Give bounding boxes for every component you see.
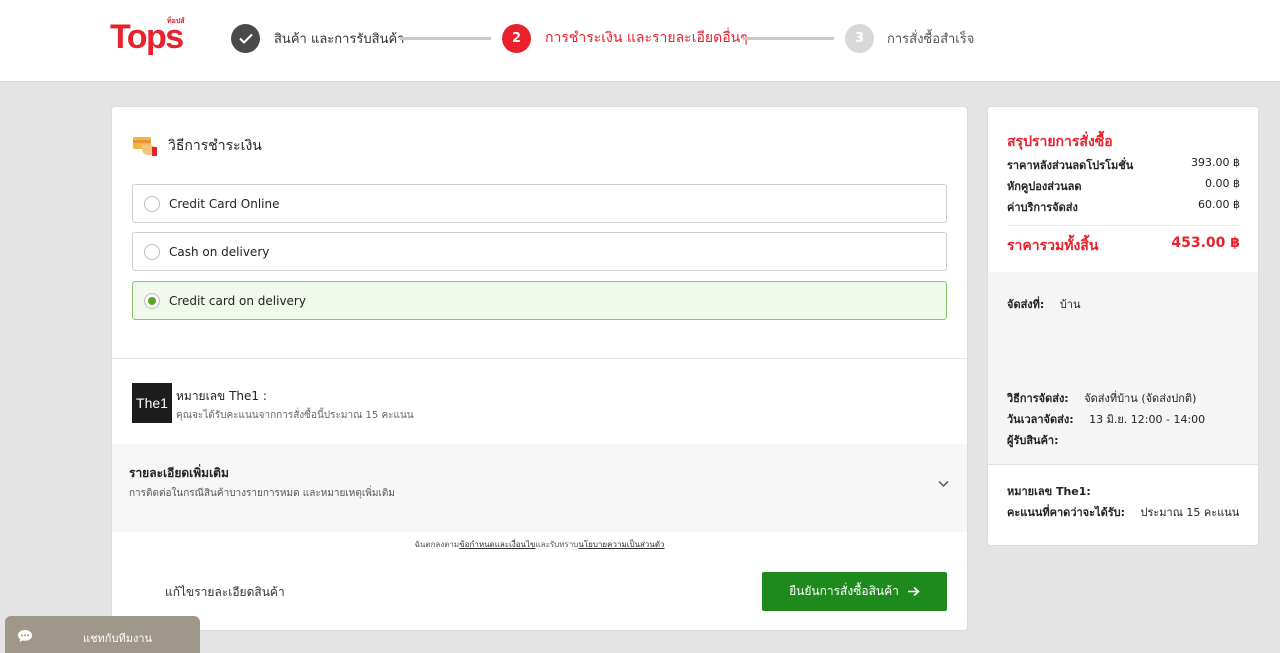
ship-to-label: จัดส่งที่: [1007,298,1045,311]
summary-row-value: 393.00 ฿ [1191,156,1240,169]
summary-row-label: หักคูปองส่วนลด [1007,180,1082,193]
header: Tops ท็อปส์ สินค้า และการรับสินค้า 2 การ… [0,0,1280,82]
confirm-order-button[interactable]: ยืนยันการสั่งซื้อสินค้า [762,572,947,611]
summary-row-value: 60.00 ฿ [1198,198,1240,211]
the1-points-description: คุณจะได้รับคะแนนจากการสั่งซื้อนี้ประมาณ … [176,410,414,421]
payment-option-cash-on-delivery[interactable]: Cash on delivery [132,232,947,271]
more-details-accordion[interactable]: รายละเอียดเพิ่มเติม การติดต่อในกรณีสินค้… [112,444,967,532]
terms-conditions-link[interactable]: ข้อกำหนดและเงื่อนไข [459,540,535,549]
step-2-label: การชำระเงิน และรายละเอียดอื่นๆ [545,30,748,46]
payment-option-label: Credit Card Online [169,196,280,211]
summary-separator [988,464,1258,465]
summary-row-shipping: ค่าบริการจัดส่ง 60.00 ฿ [1007,198,1240,216]
step-3-label: การสั่งซื้อสำเร็จ [887,32,975,47]
more-details-description: การติดต่อในกรณีสินค้าบางรายการหมด และหมา… [129,488,395,499]
step-1-done-icon [231,24,260,53]
radio-cash-on-delivery[interactable] [144,243,160,260]
step-1-label: สินค้า และการรับสินค้า [274,32,405,47]
payment-option-label: Credit card on delivery [169,293,306,308]
points-value: ประมาณ 15 คะแนน [1140,506,1240,519]
the1-title: หมายเลข The1 : [176,389,267,403]
the1-number-row: หมายเลข The1: [1007,482,1091,500]
chevron-down-icon[interactable] [938,478,949,489]
delivery-time-value: 13 มิ.ย. 12:00 - 14:00 [1089,413,1206,426]
chat-label: แชทกับทีมงาน [83,632,153,645]
arrow-right-icon [907,586,920,597]
summary-row-label: ค่าบริการจัดส่ง [1007,201,1078,214]
edit-products-link[interactable]: แก้ไขรายละเอียดสินค้า [165,583,285,602]
step-2-circle: 2 [502,24,531,53]
payment-method-heading: วิธีการชำระเงิน [132,135,262,157]
radio-credit-card-online[interactable] [144,195,160,212]
points-label: คะแนนที่คาดว่าจะได้รับ: [1007,506,1125,519]
payment-option-credit-card-online[interactable]: Credit Card Online [132,184,947,223]
summary-title: สรุปรายการสั่งซื้อ [1007,134,1113,150]
delivery-time-row: วันเวลาจัดส่ง: 13 มิ.ย. 12:00 - 14:00 [1007,410,1205,428]
delivery-method-value: จัดส่งที่บ้าน (จัดส่งปกติ) [1084,392,1197,405]
the1-number-label: หมายเลข The1: [1007,485,1091,498]
delivery-method-label: วิธีการจัดส่ง: [1007,392,1069,405]
summary-row-value: 0.00 ฿ [1205,177,1240,190]
step-3-circle: 3 [845,24,874,53]
step-line-2 [743,37,834,40]
terms-middle: และรับทราบ [535,540,579,549]
summary-row-coupon: หักคูปองส่วนลด 0.00 ฿ [1007,177,1240,195]
payment-method-title: วิธีการชำระเงิน [168,138,262,154]
divider [112,358,967,359]
chat-with-team-button[interactable]: แชทกับทีมงาน [5,616,200,653]
radio-credit-card-on-delivery[interactable] [144,292,160,309]
step-line-1 [400,37,491,40]
delivery-time-label: วันเวลาจัดส่ง: [1007,413,1074,426]
ship-to-value: บ้าน [1059,298,1081,311]
privacy-policy-link[interactable]: นโยบายความเป็นส่วนตัว [578,540,664,549]
checkout-main-panel: วิธีการชำระเงิน Credit Card Online Cash … [111,106,968,631]
order-summary-panel: สรุปรายการสั่งซื้อ ราคาหลังส่วนลดโปรโมชั… [987,106,1259,546]
more-details-title: รายละเอียดเพิ่มเติม [129,466,229,480]
tops-logo[interactable]: Tops ท็อปส์ [110,14,190,60]
delivery-method-row: วิธีการจัดส่ง: จัดส่งที่บ้าน (จัดส่งปกติ… [1007,389,1196,407]
receiver-label: ผู้รับสินค้า: [1007,434,1059,447]
credit-card-icon [132,135,158,157]
summary-total-value: 453.00 ฿ [1171,235,1240,251]
ship-to-row: จัดส่งที่: บ้าน [1007,295,1081,313]
terms-prefix: ฉันตกลงตาม [414,540,460,549]
payment-option-credit-card-on-delivery[interactable]: Credit card on delivery [132,281,947,320]
confirm-order-label: ยืนยันการสั่งซื้อสินค้า [789,584,899,598]
delivery-info-section: จัดส่งที่: บ้าน วิธีการจัดส่ง: จัดส่งที่… [988,272,1258,464]
summary-total: ราคารวมทั้งสิ้น 453.00 ฿ [1007,235,1240,257]
chat-bubble-icon [18,630,32,642]
receiver-row: ผู้รับสินค้า: [1007,431,1059,449]
logo-subtext: ท็อปส์ [167,17,185,25]
the1-logo: The1 [132,383,172,423]
terms-notice: ฉันตกลงตามข้อกำหนดและเงื่อนไขและรับทราบน… [112,538,967,551]
summary-row-label: ราคาหลังส่วนลดโปรโมชั่น [1007,159,1134,172]
summary-total-label: ราคารวมทั้งสิ้น [1007,238,1099,254]
summary-separator [1007,225,1240,226]
summary-row-subtotal: ราคาหลังส่วนลดโปรโมชั่น 393.00 ฿ [1007,156,1240,174]
payment-option-label: Cash on delivery [169,244,270,259]
points-row: คะแนนที่คาดว่าจะได้รับ: ประมาณ 15 คะแนน [1007,503,1239,521]
